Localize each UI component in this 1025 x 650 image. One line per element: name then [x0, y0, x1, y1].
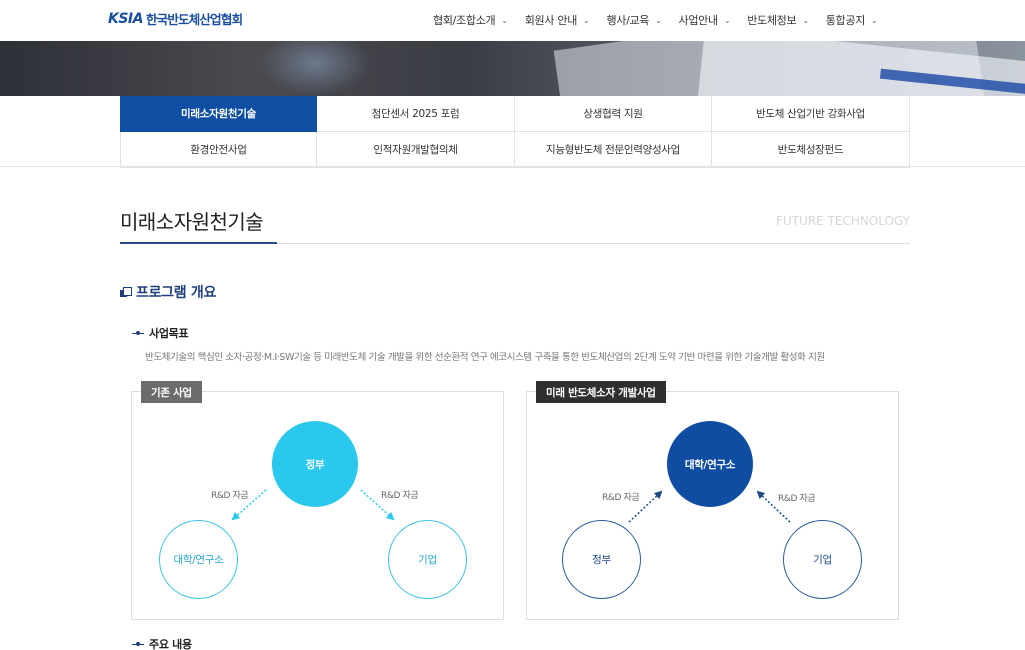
goal-heading-text: 사업목표	[149, 327, 189, 340]
nav-item-label: 회원사 안내	[524, 14, 578, 27]
nav-item-label: 통합공지	[825, 14, 866, 27]
nav-item-about[interactable]: 협회/조합소개 ⌄	[433, 12, 508, 28]
page-subtitle: FUTURE TECHNOLOGY	[775, 214, 910, 228]
subnav-item-sensor-forum[interactable]: 첨단센서 2025 포럼	[317, 96, 515, 132]
flow-label: R&D 자금	[602, 493, 640, 503]
squares-icon	[120, 286, 132, 298]
goal-description: 반도체기술의 핵심인 소자·공정·M.I·SW기술 등 미래반도체 기술 개발을…	[145, 352, 825, 363]
logo-mark: KSIA	[108, 10, 143, 27]
node-company: 기업	[783, 520, 862, 599]
diagram-existing-label: 기존 사업	[141, 381, 202, 403]
sub-navigation: 미래소자원천기술 첨단센서 2025 포럼 상생협력 지원 반도체 산업기반 강…	[120, 96, 910, 168]
node-government: 정부	[272, 421, 358, 507]
node-university: 대학/연구소	[667, 421, 753, 507]
section-title: 프로그램 개요	[120, 282, 216, 302]
content-heading: 주요 내용	[132, 636, 192, 650]
node-university: 대학/연구소	[159, 520, 238, 599]
main-nav: 협회/조합소개 ⌄ 회원사 안내 ⌄ 행사/교육 ⌄ 사업안내 ⌄ 반도체정보 ⌄ 통합공…	[433, 12, 894, 28]
chevron-down-icon: ⌄	[802, 15, 809, 25]
nav-item-label: 협회/조합소개	[433, 14, 496, 27]
section-title-text: 프로그램 개요	[136, 285, 217, 301]
banner-photo-detail	[260, 41, 370, 96]
title-accent-bar	[120, 242, 277, 244]
logo-text: 한국반도체산업협회	[145, 12, 243, 27]
nav-item-events[interactable]: 행사/교육 ⌄	[606, 12, 661, 28]
chevron-down-icon: ⌄	[655, 15, 662, 25]
nav-item-business[interactable]: 사업안내 ⌄	[679, 12, 731, 28]
nav-item-label: 반도체정보	[747, 14, 797, 27]
diagram-future-label: 미래 반도체소자 개발사업	[536, 381, 666, 403]
hero-banner	[0, 41, 1025, 96]
nav-item-label: 행사/교육	[606, 14, 650, 27]
subnav-item-cooperation[interactable]: 상생협력 지원	[515, 96, 712, 132]
subnav-item-environment-safety[interactable]: 환경안전사업	[120, 132, 317, 168]
node-government: 정부	[562, 520, 641, 599]
content-heading-text: 주요 내용	[149, 638, 192, 650]
site-header: KSIA 한국반도체산업협회 협회/조합소개 ⌄ 회원사 안내 ⌄ 행사/교육 ⌄ 사…	[0, 0, 1025, 41]
subnav-item-growth-fund[interactable]: 반도체성장펀드	[712, 132, 910, 168]
bullet-icon	[132, 642, 144, 646]
goal-heading: 사업목표	[132, 325, 189, 341]
flow-label: R&D 자금	[778, 494, 816, 504]
subnav-item-hr-council[interactable]: 인적자원개발협의체	[317, 132, 515, 168]
divider	[0, 166, 1025, 167]
chevron-down-icon: ⌄	[501, 15, 508, 25]
flow-label: R&D 자금	[211, 491, 249, 501]
nav-item-notice[interactable]: 통합공지 ⌄	[826, 12, 878, 28]
chevron-down-icon: ⌄	[583, 15, 590, 25]
subnav-item-intelligent-semi[interactable]: 지능형반도체 전문인력양성사업	[515, 132, 712, 168]
nav-item-info[interactable]: 반도체정보 ⌄	[747, 12, 809, 28]
node-company: 기업	[388, 520, 467, 599]
nav-item-members[interactable]: 회원사 안내 ⌄	[525, 12, 590, 28]
site-logo[interactable]: KSIA 한국반도체산업협회	[108, 9, 243, 28]
flow-label: R&D 자금	[381, 491, 419, 501]
subnav-item-future-tech[interactable]: 미래소자원천기술	[120, 96, 317, 132]
bullet-icon	[132, 331, 144, 335]
subnav-item-industry-base[interactable]: 반도체 산업기반 강화사업	[712, 96, 910, 132]
nav-item-label: 사업안내	[678, 14, 719, 27]
chevron-down-icon: ⌄	[723, 15, 731, 25]
page-title: 미래소자원천기술	[120, 210, 264, 234]
chevron-down-icon: ⌄	[871, 15, 878, 25]
